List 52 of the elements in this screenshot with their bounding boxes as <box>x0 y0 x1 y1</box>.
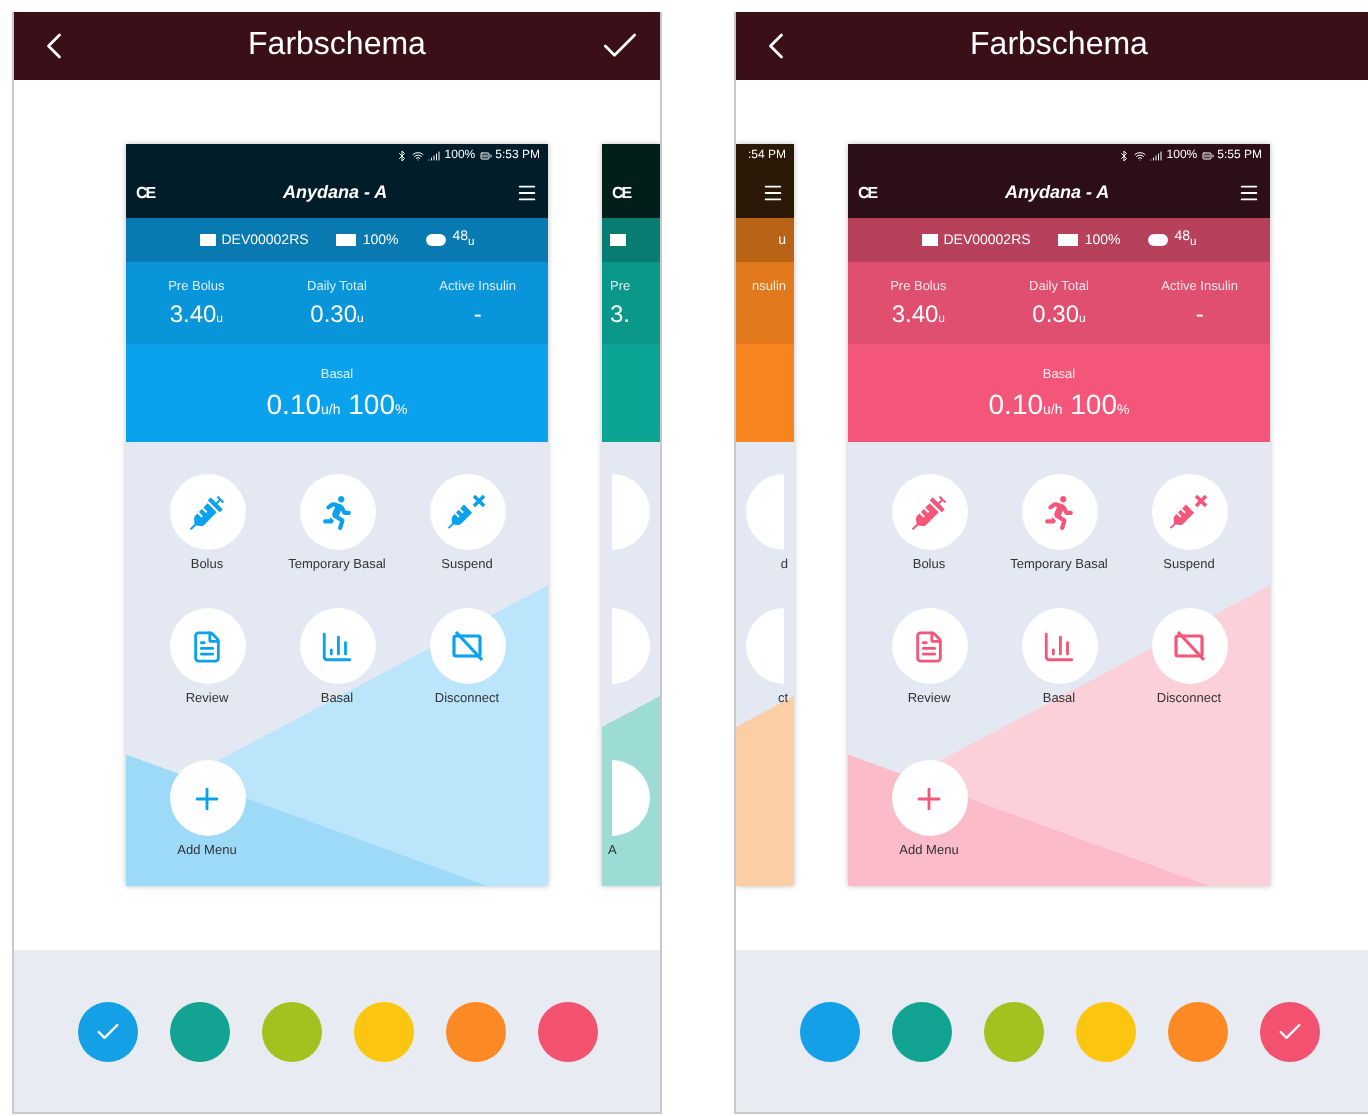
document-icon <box>912 629 946 663</box>
color-swatch[interactable] <box>353 1001 413 1061</box>
runner-icon <box>1042 495 1076 529</box>
color-swatch[interactable] <box>261 1001 321 1061</box>
signal-icon <box>428 149 441 161</box>
bar-chart-icon <box>1042 629 1076 663</box>
color-swatch[interactable] <box>1075 1001 1135 1061</box>
app-logo: Anydana - A <box>1004 182 1110 202</box>
stat-value: - <box>473 299 482 327</box>
sim-card-icon <box>199 234 216 246</box>
menu-icon[interactable] <box>1237 181 1260 203</box>
syringe-x-icon <box>447 492 487 532</box>
color-swatch[interactable] <box>799 1001 859 1061</box>
runner-icon <box>320 495 354 529</box>
color-swatch[interactable] <box>1259 1001 1319 1061</box>
syringe-icon <box>912 495 946 529</box>
wifi-icon <box>412 149 425 161</box>
color-swatch[interactable] <box>77 1001 137 1061</box>
app-logo: Anydana - A <box>282 182 388 202</box>
screen-title: Farbschema <box>246 28 428 64</box>
reservoir-icon <box>426 233 447 246</box>
stat-value: 3. <box>610 299 631 327</box>
color-swatch[interactable] <box>983 1001 1043 1061</box>
ce-mark: CE <box>858 183 877 201</box>
reservoir-icon <box>1148 233 1169 246</box>
bluetooth-icon <box>396 149 409 161</box>
wifi-icon <box>1134 149 1147 161</box>
color-swatch[interactable] <box>537 1001 597 1061</box>
screen-title: Farbschema <box>968 28 1150 64</box>
status-bar <box>602 144 660 166</box>
bar-chart-icon <box>320 629 354 663</box>
color-swatch[interactable] <box>445 1001 505 1061</box>
color-swatch[interactable] <box>891 1001 951 1061</box>
signal-icon <box>1150 149 1163 161</box>
sim-card-icon <box>921 234 938 246</box>
ce-mark: CE <box>136 183 155 201</box>
battery-icon <box>1058 234 1079 246</box>
menu-icon[interactable] <box>515 181 538 203</box>
syringe-icon <box>190 495 224 529</box>
bluetooth-icon <box>1118 149 1131 161</box>
color-swatch[interactable] <box>169 1001 229 1061</box>
battery-icon <box>479 149 492 161</box>
menu-icon <box>762 181 784 203</box>
syringe-x-icon <box>1169 492 1209 532</box>
slashed-rectangle-icon <box>449 630 485 662</box>
slashed-rectangle-icon <box>1171 630 1207 662</box>
battery-icon <box>336 234 357 246</box>
battery-icon <box>1201 149 1214 161</box>
document-icon <box>190 629 224 663</box>
color-swatch[interactable] <box>1167 1001 1227 1061</box>
ce-mark: CE <box>612 183 631 201</box>
stat-value: - <box>1195 299 1204 327</box>
